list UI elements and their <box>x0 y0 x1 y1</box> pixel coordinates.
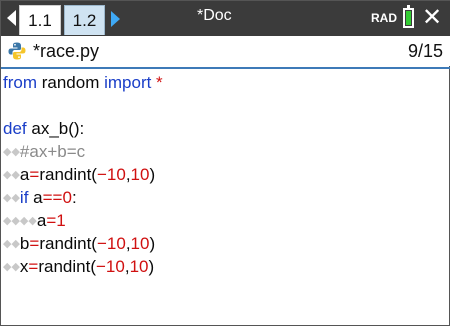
calculator-screen: 1.1 1.2 *Doc RAD ✕ *race.py 9/15 from ra… <box>0 0 450 326</box>
header-divider <box>1 67 450 69</box>
tab-1-2[interactable]: 1.2 <box>64 5 105 35</box>
file-name: *race.py <box>33 41 100 61</box>
code-editor[interactable]: from random import * def ax_b(): ◆◆#ax+b… <box>3 71 447 323</box>
code-line-3: def ax_b(): <box>3 119 85 138</box>
tab-1-1[interactable]: 1.1 <box>19 5 61 35</box>
top-bar: 1.1 1.2 *Doc RAD ✕ <box>1 1 450 36</box>
code-line-8: ◆◆b=randint(−10,10) <box>3 234 156 253</box>
code-line-6: ◆◆if a==0: <box>3 188 77 207</box>
battery-icon <box>403 5 414 28</box>
indent-marker: ◆◆ <box>3 169 20 182</box>
close-icon[interactable]: ✕ <box>422 3 442 33</box>
code-line-7: ◆◆◆◆a=1 <box>3 211 66 230</box>
code-line-4: ◆◆#ax+b=c <box>3 142 86 161</box>
angle-mode-indicator: RAD <box>371 11 397 25</box>
code-line-5: ◆◆a=randint(−10,10) <box>3 165 156 184</box>
indent-marker: ◆◆◆◆ <box>3 215 37 228</box>
document-title: *Doc <box>197 7 232 24</box>
python-icon <box>7 41 27 61</box>
indent-marker: ◆◆ <box>3 146 20 159</box>
indent-marker: ◆◆ <box>3 238 20 251</box>
indent-marker: ◆◆ <box>3 261 20 274</box>
line-position: 9/15 <box>407 41 443 61</box>
code-line-1: from random import * <box>3 73 163 92</box>
next-page-arrow-icon[interactable] <box>111 11 120 27</box>
file-header: *race.py 9/15 <box>1 36 450 66</box>
indent-marker: ◆◆ <box>3 192 20 205</box>
code-line-9: ◆◆x=randint(−10,10) <box>3 257 155 276</box>
previous-page-arrow-icon[interactable] <box>7 10 16 26</box>
